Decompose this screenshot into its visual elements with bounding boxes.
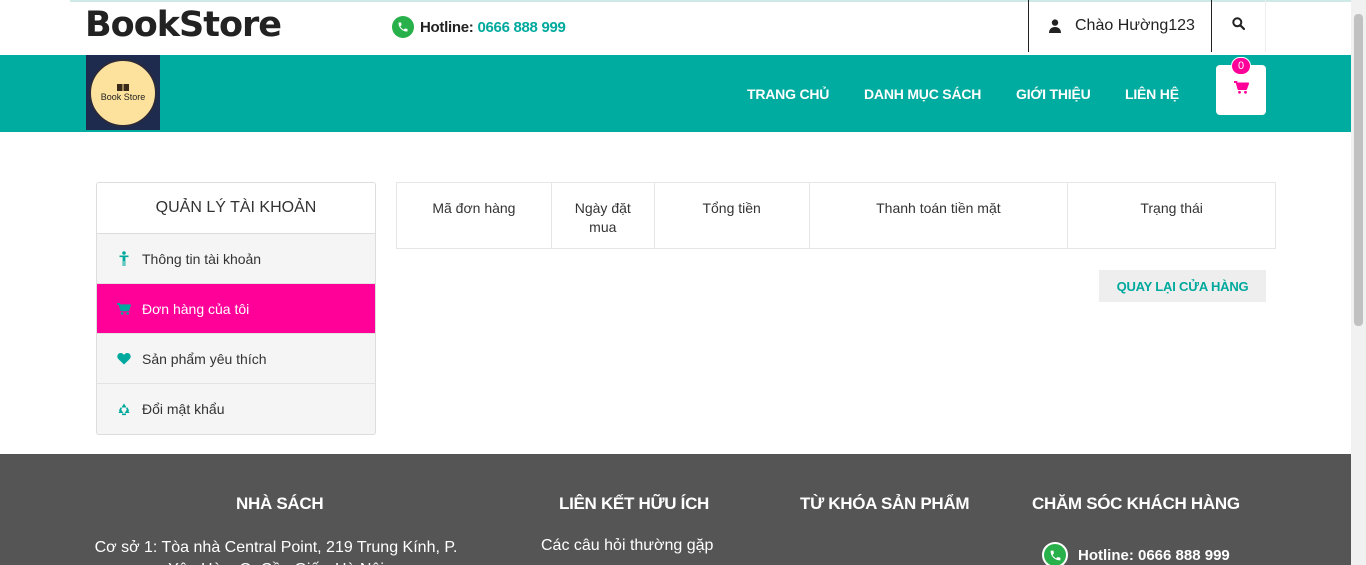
scrollbar-thumb[interactable]	[1354, 14, 1363, 326]
user-standing-icon	[116, 251, 132, 266]
sidebar-item-change-password[interactable]: Đổi mật khẩu	[97, 384, 375, 434]
recycle-icon	[116, 402, 132, 416]
page-scrollbar[interactable]	[1351, 0, 1366, 565]
footer-link-faq[interactable]: Các câu hỏi thường gặp	[541, 537, 713, 555]
phone-icon	[392, 16, 414, 38]
main-navbar: Book Store TRANG CHỦ DANH MỤC SÁCH GIỚI …	[0, 55, 1351, 132]
sidebar-item-label: Đơn hàng của tôi	[142, 300, 250, 317]
nav-link-home[interactable]: TRANG CHỦ	[747, 86, 829, 102]
user-account-menu[interactable]: Chào Hường123	[1028, 0, 1212, 52]
column-order-id: Mã đơn hàng	[396, 182, 552, 249]
column-order-date: Ngày đặt mua	[550, 182, 655, 249]
nav-item-contact[interactable]: LIÊN HỆ	[1125, 55, 1179, 132]
sidebar-item-my-orders[interactable]: Đơn hàng của tôi	[97, 284, 375, 334]
footer-address: Cơ sở 1: Tòa nhà Central Point, 219 Trun…	[94, 539, 458, 565]
phone-icon	[1042, 542, 1068, 565]
cart-icon	[116, 302, 132, 315]
footer-hotline: Hotline: 0666 888 999	[1042, 542, 1230, 565]
brand-name[interactable]: BookStore	[85, 3, 282, 47]
table-header-row: Mã đơn hàng Ngày đặt mua Tổng tiền Thanh…	[396, 182, 1276, 249]
top-bar: BookStore Hotline: 0666 888 999 Chào Hườ…	[0, 0, 1351, 55]
store-logo[interactable]: Book Store	[86, 55, 160, 130]
nav-item-about[interactable]: GIỚI THIỆU	[1016, 55, 1091, 132]
hotline: Hotline: 0666 888 999	[392, 16, 566, 38]
sidebar-title: QUẢN LÝ TÀI KHOẢN	[97, 183, 375, 234]
footer-title-bookstore: NHÀ SÁCH	[236, 494, 324, 513]
footer-title-links: LIÊN KẾT HỮU ÍCH	[559, 494, 710, 513]
user-greeting: Chào Hường123	[1075, 17, 1195, 34]
nav-link-categories[interactable]: DANH MỤC SÁCH	[864, 86, 981, 102]
search-button[interactable]	[1212, 0, 1266, 52]
logo-text: Book Store	[100, 92, 146, 102]
footer-hotline-text[interactable]: Hotline: 0666 888 999	[1078, 547, 1230, 564]
sidebar-item-label: Sản phẩm yêu thích	[142, 350, 267, 367]
cart-icon	[1233, 81, 1249, 99]
nav-link-contact[interactable]: LIÊN HỆ	[1125, 86, 1179, 102]
search-icon	[1232, 17, 1246, 35]
sidebar-item-account-info[interactable]: Thông tin tài khoản	[97, 234, 375, 284]
back-to-store-button[interactable]: QUAY LẠI CỬA HÀNG	[1099, 270, 1266, 302]
hotline-label: Hotline:	[420, 18, 474, 36]
account-sidebar: QUẢN LÝ TÀI KHOẢN Thông tin tài khoản Đơ…	[96, 182, 376, 435]
cart-count-badge: 0	[1231, 57, 1251, 75]
nav-item-home[interactable]: TRANG CHỦ	[747, 55, 829, 132]
nav-item-categories[interactable]: DANH MỤC SÁCH	[864, 55, 981, 132]
cart-button[interactable]: 0	[1216, 57, 1266, 115]
footer-title-customer-care: CHĂM SÓC KHÁCH HÀNG	[1032, 494, 1240, 513]
sidebar-item-label: Đổi mật khẩu	[142, 401, 225, 417]
column-cash-payment: Thanh toán tiền mặt	[808, 182, 1069, 249]
nav-link-about[interactable]: GIỚI THIỆU	[1016, 86, 1091, 102]
book-icon	[117, 84, 129, 91]
heart-icon	[116, 352, 132, 365]
logo-badge: Book Store	[89, 58, 157, 127]
hotline-number[interactable]: 0666 888 999	[477, 19, 565, 36]
sidebar-item-favorites[interactable]: Sản phẩm yêu thích	[97, 334, 375, 384]
column-status: Trạng thái	[1067, 182, 1276, 249]
sidebar-item-label: Thông tin tài khoản	[142, 250, 262, 267]
site-footer: NHÀ SÁCH LIÊN KẾT HỮU ÍCH TỪ KHÓA SẢN PH…	[0, 454, 1351, 565]
orders-table: Mã đơn hàng Ngày đặt mua Tổng tiền Thanh…	[396, 182, 1276, 249]
column-total: Tổng tiền	[653, 182, 810, 249]
footer-title-keywords: TỪ KHÓA SẢN PHẨM	[800, 494, 970, 513]
user-icon	[1049, 19, 1061, 33]
